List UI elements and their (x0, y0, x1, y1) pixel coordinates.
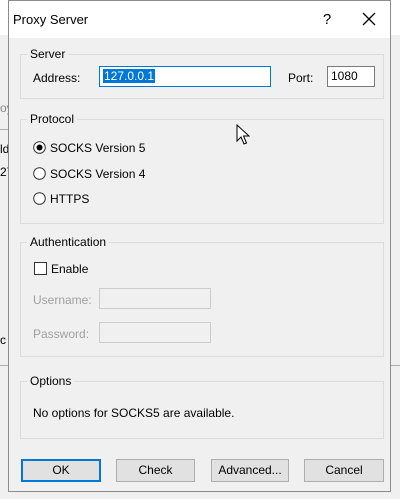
radio-socks5[interactable] (33, 141, 46, 154)
protocol-group-legend: Protocol (27, 112, 78, 126)
cancel-button[interactable]: Cancel (304, 459, 384, 482)
radio-socks5-label[interactable]: SOCKS Version 5 (50, 141, 145, 155)
authentication-group-legend: Authentication (27, 235, 110, 249)
password-input[interactable] (99, 322, 211, 343)
address-input-value: 127.0.0.1 (103, 69, 156, 83)
dialog-title: Proxy Server (13, 12, 89, 27)
help-button[interactable]: ? (317, 10, 337, 30)
radio-https[interactable] (33, 192, 46, 205)
username-input[interactable] (99, 288, 211, 309)
options-group: Options No options for SOCKS5 are availa… (20, 374, 384, 439)
port-label: Port: (288, 71, 314, 85)
port-input-value: 1080 (331, 69, 358, 83)
enable-checkbox[interactable] (34, 262, 47, 275)
proxy-server-dialog: Proxy Server ? Server Address: 127.0.0.1… (8, 0, 391, 492)
background-divider (391, 365, 400, 366)
authentication-group: Authentication Enable Username: Password… (20, 235, 384, 357)
username-label: Username: (33, 293, 92, 307)
password-label: Password: (33, 327, 90, 341)
ok-button[interactable]: OK (21, 459, 101, 482)
address-input[interactable]: 127.0.0.1 (99, 66, 271, 87)
close-icon (362, 12, 376, 26)
server-group: Server Address: 127.0.0.1 Port: 1080 (20, 47, 384, 99)
background-divider (0, 365, 8, 366)
radio-socks4[interactable] (33, 167, 46, 180)
options-message: No options for SOCKS5 are available. (33, 406, 235, 420)
port-input[interactable]: 1080 (327, 66, 375, 87)
background-text-fragment: c (0, 333, 6, 347)
enable-checkbox-label[interactable]: Enable (51, 262, 88, 276)
radio-socks4-label[interactable]: SOCKS Version 4 (50, 167, 145, 181)
close-button[interactable] (358, 8, 380, 30)
background-divider (0, 129, 8, 130)
address-label: Address: (33, 71, 81, 85)
dialog-titlebar[interactable]: Proxy Server ? (9, 1, 390, 38)
advanced-button[interactable]: Advanced... (211, 459, 289, 482)
radio-https-label[interactable]: HTTPS (50, 192, 89, 206)
check-button[interactable]: Check (116, 459, 195, 482)
mouse-pointer-icon (236, 124, 250, 145)
server-group-legend: Server (27, 47, 69, 61)
options-group-legend: Options (27, 374, 75, 388)
protocol-group: Protocol SOCKS Version 5 SOCKS Version 4… (20, 112, 384, 224)
